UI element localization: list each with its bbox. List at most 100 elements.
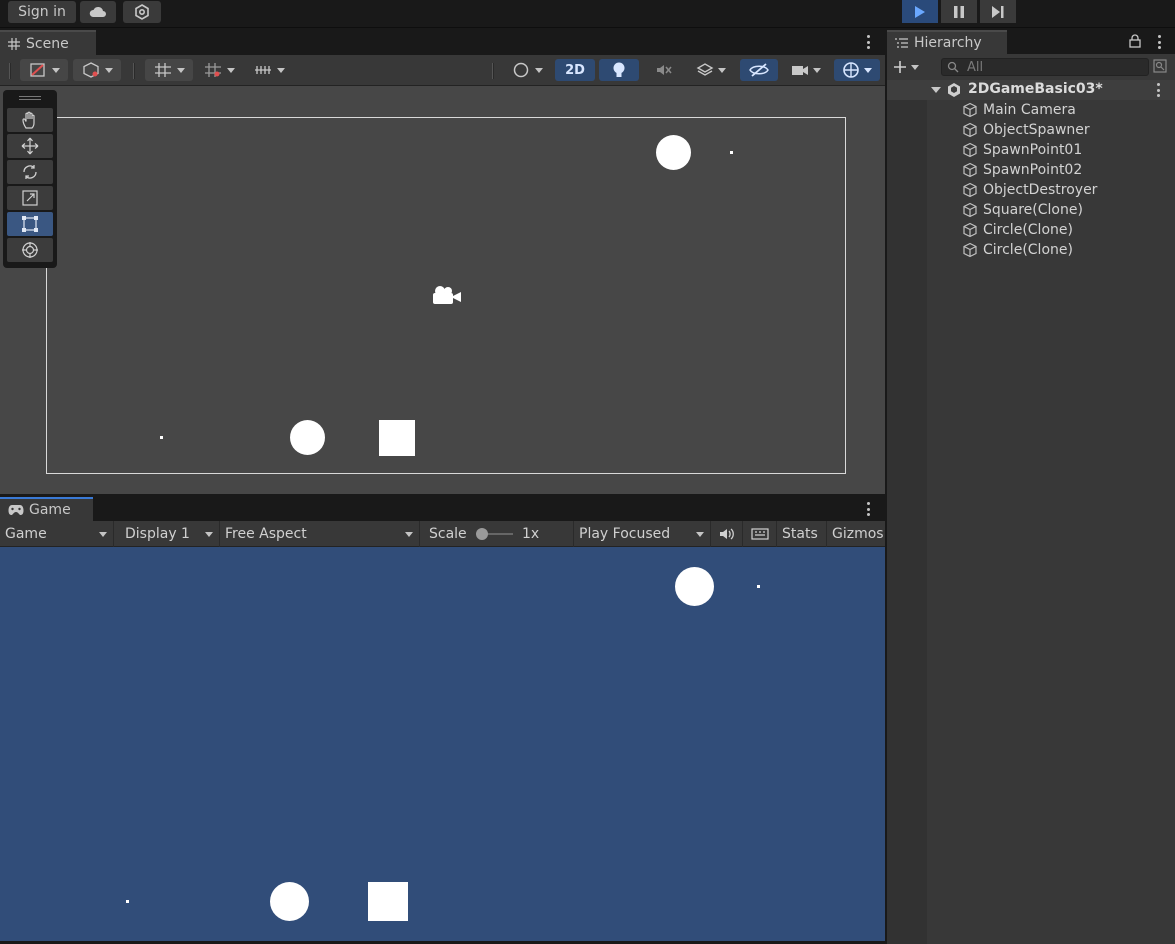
grid-snap-icon <box>154 63 171 77</box>
plus-icon <box>894 61 906 73</box>
gamepad-icon <box>8 505 24 515</box>
scene-menu-icon[interactable] <box>866 35 870 49</box>
render-mode-dropdown[interactable] <box>73 59 121 81</box>
hierarchy-item[interactable]: ObjectDestroyer <box>962 180 1097 200</box>
lighting-toggle-button[interactable] <box>599 59 639 81</box>
hierarchy-search-input[interactable]: All <box>941 58 1149 76</box>
scene-row-menu-icon[interactable] <box>1156 83 1160 97</box>
palette-drag-handle[interactable] <box>19 96 41 100</box>
scale-control: Scale 1x <box>424 521 574 547</box>
unity-scene-icon <box>948 83 960 97</box>
aspect-select[interactable]: Free Aspect <box>220 521 420 547</box>
hierarchy-item[interactable]: Circle(Clone) <box>962 240 1073 260</box>
create-button[interactable] <box>893 58 927 76</box>
hierarchy-panel: All 2DGameBasic03* Main Camera ObjectSpa… <box>887 54 1175 944</box>
hierarchy-item[interactable]: SpawnPoint02 <box>962 160 1082 180</box>
scene-circle-object[interactable] <box>656 135 691 170</box>
shortcuts-button[interactable] <box>743 521 777 547</box>
game-tabbar: Game <box>0 497 885 521</box>
cube-render-icon <box>82 62 99 78</box>
layers-icon <box>696 63 714 76</box>
toggle-2d-button[interactable]: 2D <box>555 59 595 81</box>
scene-circle-object[interactable] <box>290 420 325 455</box>
scale-slider-handle[interactable] <box>476 528 488 540</box>
step-icon <box>992 5 1004 18</box>
search-icon <box>947 61 959 73</box>
game-circle-object <box>675 567 714 606</box>
hierarchy-item[interactable]: Square(Clone) <box>962 200 1083 220</box>
toolbar-separator <box>9 63 11 79</box>
rect-tool-button[interactable] <box>7 212 53 236</box>
stats-label: Stats <box>782 526 818 542</box>
game-spawn-point <box>757 585 760 588</box>
stats-button[interactable]: Stats <box>777 521 827 547</box>
game-circle-object <box>270 882 309 921</box>
scene-spawn-point[interactable] <box>730 151 733 154</box>
tab-hierarchy[interactable]: Hierarchy <box>887 30 1007 54</box>
sign-in-button[interactable]: Sign in <box>8 1 76 23</box>
tab-game[interactable]: Game <box>0 497 93 521</box>
pause-button[interactable] <box>941 0 977 23</box>
hierarchy-item[interactable]: Circle(Clone) <box>962 220 1073 240</box>
hierarchy-item[interactable]: Main Camera <box>962 100 1076 120</box>
grid-snap-dropdown[interactable] <box>145 59 193 81</box>
display-select[interactable]: Display 1 <box>120 521 220 547</box>
scene-spawn-point[interactable] <box>160 436 163 439</box>
play-button[interactable] <box>902 0 938 23</box>
scene-root-row[interactable]: 2DGameBasic03* <box>887 80 1175 100</box>
gizmos-dropdown[interactable] <box>834 59 880 81</box>
lock-icon[interactable] <box>1129 34 1141 48</box>
play-mode-select[interactable]: Play Focused <box>574 521 711 547</box>
move-arrows-icon <box>21 137 39 155</box>
increment-snap-dropdown[interactable] <box>246 59 292 81</box>
game-view-select[interactable]: Game <box>0 521 114 547</box>
game-view[interactable] <box>0 547 885 941</box>
hierarchy-item-label: SpawnPoint02 <box>983 162 1083 178</box>
camera-gizmo-icon[interactable] <box>430 285 462 307</box>
gizmo-globe-icon <box>843 62 859 78</box>
scene-visibility-toggle[interactable] <box>740 59 778 81</box>
ruler-icon <box>254 66 271 74</box>
step-button[interactable] <box>980 0 1016 23</box>
play-icon <box>915 5 925 18</box>
gameobject-cube-icon <box>963 182 977 198</box>
brush-icon <box>29 63 45 77</box>
collab-icon <box>135 4 149 20</box>
move-tool-button[interactable] <box>7 134 53 158</box>
gameobject-cube-icon <box>963 162 977 178</box>
hand-tool-button[interactable] <box>7 108 53 132</box>
rotate-tool-button[interactable] <box>7 160 53 184</box>
audio-toggle-button[interactable] <box>645 59 683 81</box>
toolbar-separator <box>133 63 135 79</box>
hierarchy-menu-icon[interactable] <box>1157 35 1161 49</box>
list-icon <box>895 37 908 48</box>
collab-button[interactable] <box>123 1 161 23</box>
camera-settings-dropdown[interactable] <box>783 59 829 81</box>
scene-view[interactable] <box>0 86 885 494</box>
scale-label: Scale <box>429 526 467 542</box>
gizmos-button[interactable]: Gizmos <box>827 521 885 547</box>
top-toolbar: Sign in <box>0 0 1175 28</box>
hierarchy-item[interactable]: SpawnPoint01 <box>962 140 1082 160</box>
scale-value: 1x <box>522 526 540 542</box>
gameobject-cube-icon <box>963 242 977 258</box>
view-options-dropdown[interactable] <box>503 59 551 81</box>
hierarchy-item[interactable]: ObjectSpawner <box>962 120 1090 140</box>
mute-audio-button[interactable] <box>711 521 743 547</box>
transform-tool-button[interactable] <box>7 238 53 262</box>
search-options-icon[interactable] <box>1153 59 1167 73</box>
hierarchy-item-label: ObjectSpawner <box>983 122 1090 138</box>
snap-increment-dropdown[interactable] <box>198 59 240 81</box>
tab-scene[interactable]: Scene <box>0 30 96 55</box>
expand-arrow-icon[interactable] <box>931 87 941 93</box>
game-menu-icon[interactable] <box>866 502 870 516</box>
mute-icon <box>657 65 672 75</box>
game-toolbar: Game Display 1 Free Aspect Scale 1x Play… <box>0 521 885 547</box>
hierarchy-item-label: Square(Clone) <box>983 202 1083 218</box>
aspect-select-value: Free Aspect <box>225 526 307 542</box>
draw-mode-dropdown[interactable] <box>20 59 68 81</box>
cloud-button[interactable] <box>80 1 116 23</box>
effects-dropdown[interactable] <box>688 59 734 81</box>
scene-square-object[interactable] <box>379 420 415 456</box>
scale-tool-button[interactable] <box>7 186 53 210</box>
